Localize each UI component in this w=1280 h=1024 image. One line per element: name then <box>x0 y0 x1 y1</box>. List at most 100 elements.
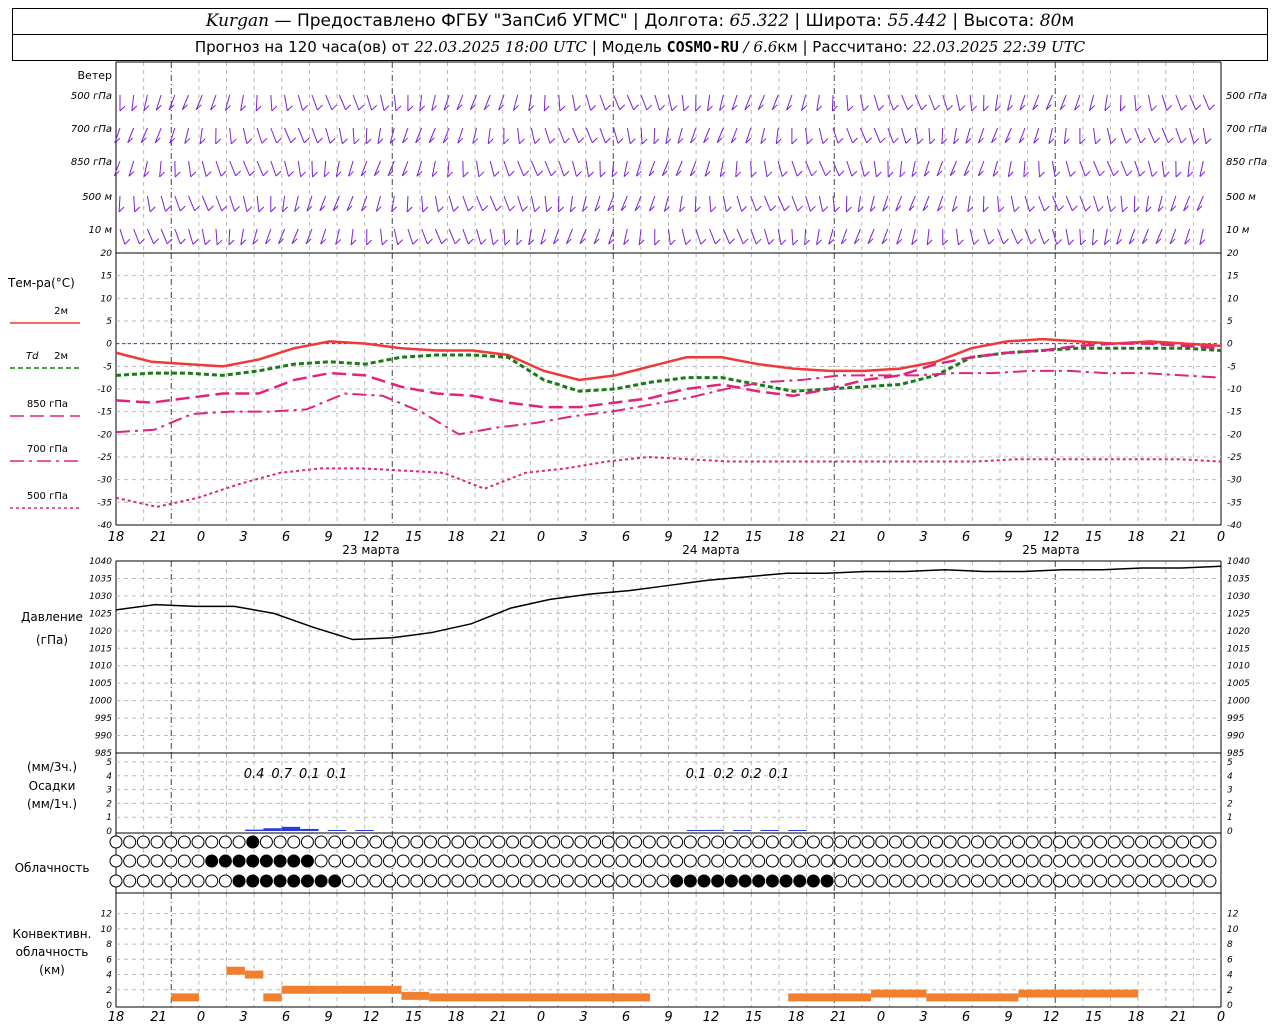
wind-barb <box>543 94 546 112</box>
cloud-symbol <box>711 835 725 849</box>
precip-tick-right: 3 <box>1227 786 1233 796</box>
press-tick-left: 1030 <box>89 592 112 602</box>
conv-bar <box>429 993 623 1002</box>
wind-barb-flag <box>205 171 212 177</box>
cloud-symbol <box>1203 835 1217 849</box>
wind-barb <box>1023 160 1026 177</box>
wind-barb <box>380 94 385 111</box>
wind-barb-flag <box>406 206 413 213</box>
cloud-symbol <box>1162 874 1176 888</box>
hour-label-bottom: 9 <box>1004 1010 1012 1024</box>
cloud-symbol <box>396 854 410 868</box>
cloud-symbol <box>670 874 684 888</box>
wind-barb <box>963 160 971 176</box>
wind-barb-flag <box>1110 138 1117 144</box>
cloud-symbol <box>820 874 834 888</box>
wind-barb-flag <box>509 205 516 212</box>
cloud-symbol <box>984 874 998 888</box>
wind-barb <box>1032 94 1040 111</box>
cloud-symbol <box>560 874 574 888</box>
wind-barb <box>1093 160 1101 177</box>
cloud-symbol <box>970 874 984 888</box>
wind-barb <box>1134 160 1141 177</box>
wind-barb-flag <box>605 104 611 111</box>
wind-barb <box>530 195 536 212</box>
temp-tick-right: 5 <box>1227 317 1233 327</box>
wind-barb <box>722 228 731 244</box>
wind-barb <box>1079 228 1082 246</box>
hour-label-bottom: 21 <box>490 1010 507 1024</box>
cloud-symbol <box>1080 874 1094 888</box>
wind-barb <box>284 127 292 143</box>
cloud-symbol <box>888 874 902 888</box>
wind-barb-flag <box>407 105 414 112</box>
wind-barb-flag <box>1071 205 1078 212</box>
conv-bar <box>318 985 402 994</box>
wind-barb <box>483 94 491 111</box>
hour-label-mid: 15 <box>1085 530 1102 545</box>
precip-tick-right: 2 <box>1227 799 1233 809</box>
wind-barb <box>365 127 368 145</box>
wind-barb-flag <box>588 171 594 178</box>
wind-barb-flag <box>220 170 227 177</box>
cloud-symbol <box>478 854 492 868</box>
temp-tick-left: 10 <box>101 294 113 304</box>
wind-barb-flag <box>1126 170 1133 177</box>
wind-barb <box>846 160 853 177</box>
cloud-symbol <box>697 835 711 849</box>
cloud-symbol <box>314 854 328 868</box>
wind-barb <box>1147 94 1153 111</box>
cloud-symbol <box>779 835 793 849</box>
wind-barb-flag <box>834 206 840 213</box>
wind-barb-flag <box>166 238 173 245</box>
temp-tick-left: -35 <box>97 498 112 508</box>
precip-bar <box>788 830 807 831</box>
cloud-symbol <box>793 874 807 888</box>
wind-barb-flag <box>564 137 570 144</box>
cloud-symbol <box>724 835 738 849</box>
wind-barb-flag <box>578 137 585 144</box>
wind-barb <box>380 228 383 245</box>
cloud-symbol <box>1162 835 1176 849</box>
wind-barb <box>949 160 957 176</box>
wind-barb-flag <box>504 239 511 246</box>
wind-barb <box>127 127 135 144</box>
wind-barb <box>118 195 121 213</box>
hour-label-bottom: 18 <box>448 1010 465 1024</box>
cloud-symbol <box>1176 835 1190 849</box>
wind-barb <box>873 127 881 143</box>
wind-barb-flag <box>258 206 265 213</box>
cloud-symbol <box>1025 835 1039 849</box>
wind-barb <box>859 160 865 177</box>
wind-barb-flag <box>807 138 813 145</box>
wind-barb-flag <box>575 105 581 112</box>
wind-level-label-right: 500 м <box>1226 192 1256 203</box>
cloud-symbol <box>1053 854 1067 868</box>
wind-barb <box>1196 195 1204 211</box>
wind-barb <box>1051 160 1056 177</box>
cloud-symbol <box>177 835 191 849</box>
cloud-symbol <box>287 854 301 868</box>
wind-barb <box>325 127 331 144</box>
cloud-symbol <box>779 854 793 868</box>
cloud-symbol <box>875 854 889 868</box>
cloud-symbol <box>1066 835 1080 849</box>
wind-barb-flag <box>695 105 702 112</box>
wind-barb-flag <box>302 105 308 111</box>
wind-barb <box>476 160 480 177</box>
wind-barb <box>1134 127 1142 144</box>
wind-barb <box>1134 94 1137 111</box>
wind-barb-flag <box>180 238 186 245</box>
wind-barb-flag <box>1099 170 1105 177</box>
cloud-symbol <box>164 835 178 849</box>
wind-barb-flag <box>887 171 894 178</box>
cloud-symbol <box>177 874 191 888</box>
wind-barb <box>530 160 539 176</box>
cloud-symbol <box>998 854 1012 868</box>
conv-tick-left: 4 <box>106 971 112 981</box>
wind-barb-flag <box>1110 206 1116 213</box>
wind-barb <box>297 94 304 111</box>
cloud-symbol <box>273 835 287 849</box>
wind-barb <box>1010 228 1018 244</box>
press-tick-left: 1015 <box>89 644 112 654</box>
